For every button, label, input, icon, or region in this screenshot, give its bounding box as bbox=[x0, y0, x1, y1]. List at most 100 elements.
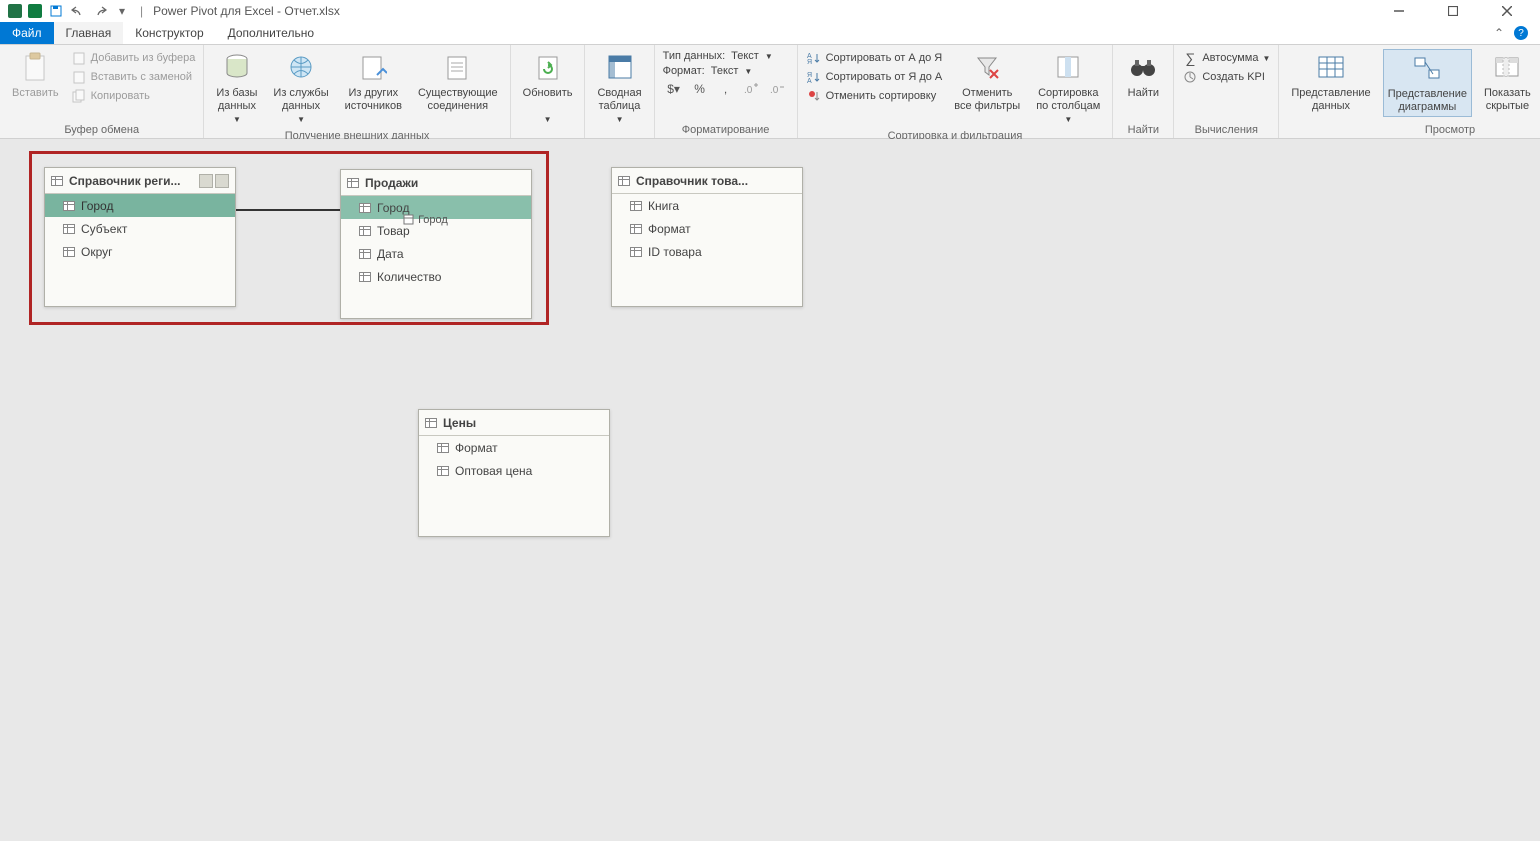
column-icon bbox=[630, 201, 642, 211]
create-kpi-button[interactable]: Создать KPI bbox=[1182, 68, 1270, 86]
clear-sort-button[interactable]: Отменить сортировку bbox=[806, 87, 943, 105]
field-regions-okrug[interactable]: Округ bbox=[45, 240, 235, 263]
table-icon bbox=[51, 176, 63, 186]
paste-append-icon bbox=[71, 50, 87, 66]
table-expand-icon[interactable] bbox=[199, 174, 213, 188]
field-regions-subject[interactable]: Субъект bbox=[45, 217, 235, 240]
undo-icon[interactable] bbox=[70, 3, 86, 19]
field-prices-format[interactable]: Формат bbox=[419, 436, 609, 459]
column-icon bbox=[437, 466, 449, 476]
autosum-button[interactable]: ∑ Автосумма ▼ bbox=[1182, 49, 1270, 67]
svg-text:А: А bbox=[807, 78, 812, 84]
ribbon-tabs: Файл Главная Конструктор Дополнительно ⌃… bbox=[0, 22, 1540, 45]
table-maximize-icon[interactable] bbox=[215, 174, 229, 188]
pivot-table-icon bbox=[604, 51, 636, 83]
data-view-icon bbox=[1315, 51, 1347, 83]
column-icon bbox=[359, 226, 371, 236]
collapse-ribbon-icon[interactable]: ⌃ bbox=[1494, 26, 1504, 40]
table-sales[interactable]: Продажи Город Товар Дата Количество bbox=[340, 169, 532, 319]
table-regions-header[interactable]: Справочник реги... bbox=[45, 168, 235, 194]
show-hidden-icon bbox=[1491, 51, 1523, 83]
help-icon[interactable]: ? bbox=[1514, 26, 1528, 40]
existing-connections-button[interactable]: Существующие соединения bbox=[414, 49, 502, 115]
format-selector[interactable]: Формат: Текст ▼ bbox=[663, 64, 789, 78]
find-button[interactable]: Найти bbox=[1121, 49, 1165, 102]
tab-file[interactable]: Файл bbox=[0, 22, 54, 44]
title-bar: ▾ | Power Pivot для Excel - Отчет.xlsx bbox=[0, 0, 1540, 22]
sort-by-column-button[interactable]: Сортировка по столбцам▼ bbox=[1032, 49, 1104, 128]
increase-decimal-button: .0 bbox=[741, 79, 763, 99]
table-prices[interactable]: Цены Формат Оптовая цена bbox=[418, 409, 610, 537]
percent-format-button: % bbox=[689, 79, 711, 99]
table-icon bbox=[347, 178, 359, 188]
currency-format-button: $▾ bbox=[663, 79, 685, 99]
datatype-selector[interactable]: Тип данных: Текст ▼ bbox=[663, 49, 789, 63]
column-icon bbox=[630, 247, 642, 257]
field-prices-wholesale[interactable]: Оптовая цена bbox=[419, 459, 609, 482]
kpi-icon bbox=[1182, 69, 1198, 85]
table-prices-title: Цены bbox=[443, 416, 476, 430]
column-icon bbox=[630, 224, 642, 234]
from-service-button[interactable]: Из службы данных▼ bbox=[269, 49, 332, 128]
window-title: Power Pivot для Excel - Отчет.xlsx bbox=[153, 4, 340, 18]
column-icon bbox=[63, 247, 75, 257]
decrease-decimal-button: .0 bbox=[767, 79, 789, 99]
table-sales-header[interactable]: Продажи bbox=[341, 170, 531, 196]
table-products-title: Справочник това... bbox=[636, 174, 748, 188]
ribbon-group-calculations: ∑ Автосумма ▼ Создать KPI Вычисления bbox=[1174, 45, 1279, 138]
diagram-canvas[interactable]: Справочник реги... Город Субъект Округ П… bbox=[0, 139, 1540, 841]
comma-format-button: , bbox=[715, 79, 737, 99]
column-icon bbox=[437, 443, 449, 453]
refresh-button[interactable]: Обновить▼ bbox=[519, 49, 577, 128]
clear-filters-icon bbox=[971, 51, 1003, 83]
clipboard-group-label: Буфер обмена bbox=[8, 122, 195, 136]
field-sales-qty[interactable]: Количество bbox=[341, 265, 531, 288]
from-other-button[interactable]: Из других источников bbox=[341, 49, 406, 115]
column-icon bbox=[359, 272, 371, 282]
paste-replace-button: Вставить с заменой bbox=[71, 68, 196, 86]
ribbon-group-view: Представление данных Представление диагр… bbox=[1279, 45, 1540, 138]
redo-icon[interactable] bbox=[92, 3, 108, 19]
diagram-view-button[interactable]: Представление диаграммы bbox=[1383, 49, 1472, 117]
table-icon bbox=[618, 176, 630, 186]
powerpivot-icon bbox=[8, 4, 22, 18]
view-group-label: Просмотр bbox=[1287, 122, 1540, 136]
tab-design[interactable]: Конструктор bbox=[123, 22, 215, 44]
show-hidden-button[interactable]: Показать скрытые bbox=[1480, 49, 1535, 115]
qat-dropdown-icon[interactable]: ▾ bbox=[114, 3, 130, 19]
data-view-button[interactable]: Представление данных bbox=[1287, 49, 1374, 115]
table-icon bbox=[425, 418, 437, 428]
database-icon bbox=[221, 51, 253, 83]
paste-icon bbox=[19, 51, 51, 83]
ribbon: Вставить Добавить из буфера Вставить с з… bbox=[0, 45, 1540, 139]
other-sources-icon bbox=[357, 51, 389, 83]
ribbon-group-refresh: Обновить▼ bbox=[511, 45, 586, 138]
table-prices-header[interactable]: Цены bbox=[419, 410, 609, 436]
tab-home[interactable]: Главная bbox=[54, 22, 124, 44]
sort-asc-button[interactable]: АЯ Сортировать от А до Я bbox=[806, 49, 943, 67]
field-sales-data[interactable]: Дата bbox=[341, 242, 531, 265]
clear-filters-button[interactable]: Отменить все фильтры bbox=[950, 49, 1024, 115]
minimize-button[interactable] bbox=[1384, 1, 1414, 21]
save-icon[interactable] bbox=[48, 3, 64, 19]
field-sales-gorod[interactable]: Город bbox=[341, 196, 531, 219]
paste-button: Вставить bbox=[8, 49, 63, 102]
pivot-table-button[interactable]: Сводная таблица▼ bbox=[593, 49, 645, 128]
field-products-format[interactable]: Формат bbox=[612, 217, 802, 240]
column-icon bbox=[63, 201, 75, 211]
svg-text:.0: .0 bbox=[744, 85, 753, 96]
field-regions-gorod[interactable]: Город bbox=[45, 194, 235, 217]
field-products-id[interactable]: ID товара bbox=[612, 240, 802, 263]
field-products-book[interactable]: Книга bbox=[612, 194, 802, 217]
sort-desc-button[interactable]: ЯА Сортировать от Я до А bbox=[806, 68, 943, 86]
close-button[interactable] bbox=[1492, 1, 1522, 21]
table-products-header[interactable]: Справочник това... bbox=[612, 168, 802, 194]
from-database-button[interactable]: Из базы данных▼ bbox=[212, 49, 261, 128]
field-sales-tovar[interactable]: Товар bbox=[341, 219, 531, 242]
maximize-button[interactable] bbox=[1438, 1, 1468, 21]
tab-advanced[interactable]: Дополнительно bbox=[216, 22, 326, 44]
ribbon-group-external-data: Из базы данных▼ Из службы данных▼ Из дру… bbox=[204, 45, 510, 138]
table-products[interactable]: Справочник това... Книга Формат ID товар… bbox=[611, 167, 803, 307]
table-regions[interactable]: Справочник реги... Город Субъект Округ bbox=[44, 167, 236, 307]
copy-button: Копировать bbox=[71, 87, 196, 105]
